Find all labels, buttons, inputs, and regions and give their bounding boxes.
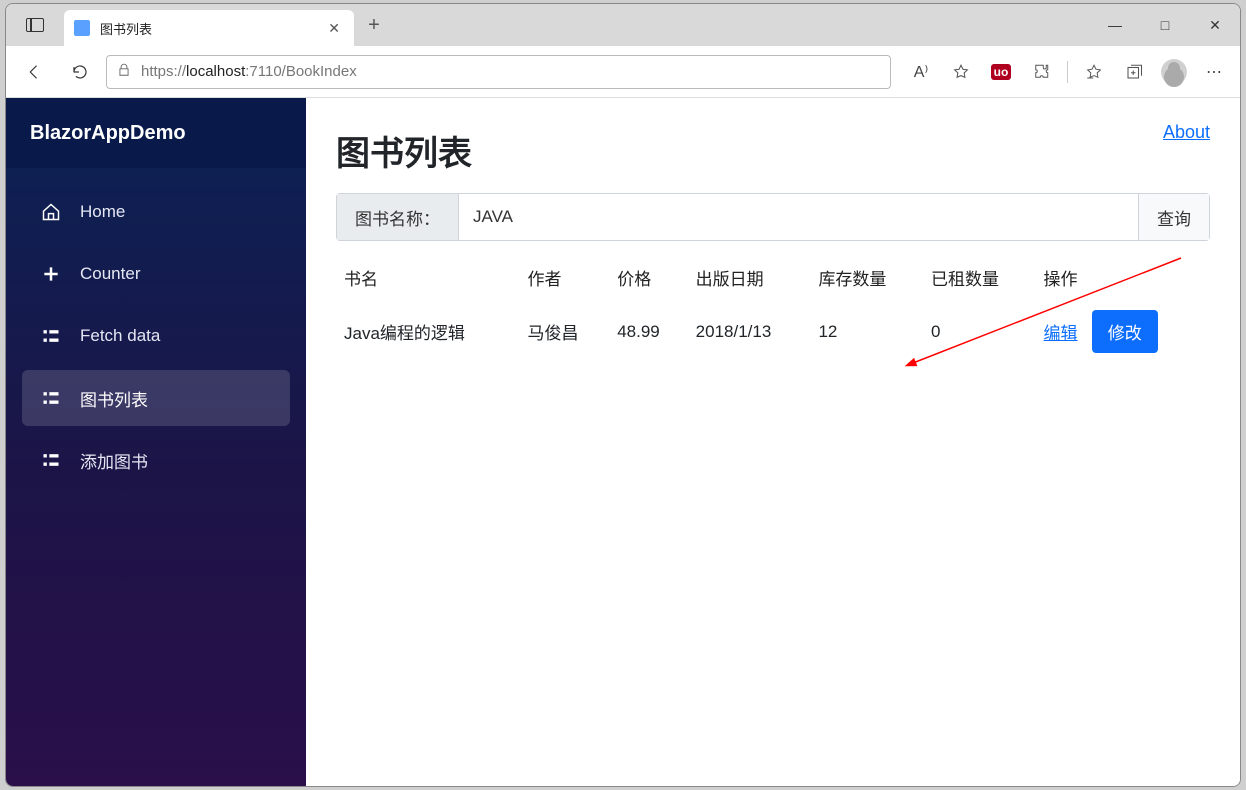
sidebar-item-label: 添加图书 [80,448,148,473]
table-row: Java编程的逻辑 马俊昌 48.99 2018/1/13 12 0 编辑 修改 [336,300,1210,363]
col-author: 作者 [519,255,609,300]
sidebar-item-fetchdata[interactable]: Fetch data [22,308,290,364]
sidebar: BlazorAppDemo Home Counter [6,98,306,786]
search-input[interactable] [459,194,1138,240]
cell-title: Java编程的逻辑 [336,300,519,363]
toolbar-icons: A⁾ uo ⋯ [897,54,1232,90]
profile-button[interactable] [1156,54,1192,90]
sidebar-item-home[interactable]: Home [22,184,290,240]
cell-actions: 编辑 修改 [1036,300,1210,363]
profile-avatar-icon [1161,59,1187,85]
sidebar-item-label: Home [80,202,125,222]
books-table: 书名 作者 价格 出版日期 库存数量 已租数量 操作 Java编程的逻辑 马俊昌… [336,255,1210,363]
sidebar-item-label: 图书列表 [80,386,148,411]
col-stock: 库存数量 [810,255,923,300]
window-minimize-button[interactable]: — [1090,4,1140,46]
addressbar: https://localhost:7110/BookIndex A⁾ uo ⋯ [6,46,1240,98]
cell-pubdate: 2018/1/13 [688,300,811,363]
sidebar-nav: Home Counter Fetch data [6,168,306,504]
list-icon [40,388,62,408]
col-rented: 已租数量 [923,255,1036,300]
window-controls: — □ ✕ [1090,4,1240,46]
tab-title: 图书列表 [100,19,314,38]
col-pubdate: 出版日期 [688,255,811,300]
refresh-icon [71,63,89,81]
sidebar-item-addbook[interactable]: 添加图书 [22,432,290,488]
cell-author: 马俊昌 [519,300,609,363]
lock-icon [117,63,131,80]
list-icon [40,326,62,346]
search-bar: 图书名称： 查询 [336,193,1210,241]
col-actions: 操作 [1036,255,1210,300]
collections-button[interactable] [1116,54,1152,90]
sidebar-item-label: Fetch data [80,326,160,346]
cell-rented: 0 [923,300,1036,363]
browser-window: 图书列表 ✕ + — □ ✕ https://localhost:7110/Bo… [5,3,1241,787]
search-button[interactable]: 查询 [1138,194,1209,240]
plus-icon [40,264,62,284]
titlebar: 图书列表 ✕ + — □ ✕ [6,4,1240,46]
page-title: 图书列表 [336,126,1210,175]
cell-stock: 12 [810,300,923,363]
ublock-icon: uo [991,64,1012,80]
separator [1067,61,1068,83]
brand[interactable]: BlazorAppDemo [6,98,306,168]
new-tab-button[interactable]: + [354,4,394,46]
col-price: 价格 [609,255,687,300]
puzzle-icon [1032,63,1050,81]
edit-link[interactable]: 编辑 [1044,324,1078,343]
collections-icon [1125,63,1143,81]
about-link[interactable]: About [1163,122,1210,143]
refresh-button[interactable] [60,54,100,90]
col-title: 书名 [336,255,519,300]
tab-close-button[interactable]: ✕ [324,20,344,37]
tab-favicon [74,20,90,36]
back-button[interactable] [14,54,54,90]
sidebar-item-booklist[interactable]: 图书列表 [22,370,290,426]
favorites-icon [1085,63,1103,81]
modify-button[interactable]: 修改 [1092,310,1158,353]
browser-tab[interactable]: 图书列表 ✕ [64,10,354,46]
sidebar-item-label: Counter [80,264,140,284]
list-icon [40,450,62,470]
window-maximize-button[interactable]: □ [1140,4,1190,46]
favorite-button[interactable] [943,54,979,90]
tab-manager-icon [26,18,44,32]
star-icon [952,63,970,81]
search-label: 图书名称： [337,194,459,240]
table-header-row: 书名 作者 价格 出版日期 库存数量 已租数量 操作 [336,255,1210,300]
sidebar-item-counter[interactable]: Counter [22,246,290,302]
main-content: About 图书列表 图书名称： 查询 书名 作者 价格 出版日期 库存数量 已… [306,98,1240,786]
home-icon [40,202,62,222]
cell-price: 48.99 [609,300,687,363]
url-text: https://localhost:7110/BookIndex [141,63,880,80]
url-box[interactable]: https://localhost:7110/BookIndex [106,55,891,89]
more-button[interactable]: ⋯ [1196,54,1232,90]
content-frame: BlazorAppDemo Home Counter [6,98,1240,786]
extensions-button[interactable] [1023,54,1059,90]
favorites-list-button[interactable] [1076,54,1112,90]
read-aloud-button[interactable]: A⁾ [903,54,939,90]
tab-manager-button[interactable] [6,4,64,46]
window-close-button[interactable]: ✕ [1190,4,1240,46]
back-arrow-icon [25,63,43,81]
adblock-button[interactable]: uo [983,54,1019,90]
